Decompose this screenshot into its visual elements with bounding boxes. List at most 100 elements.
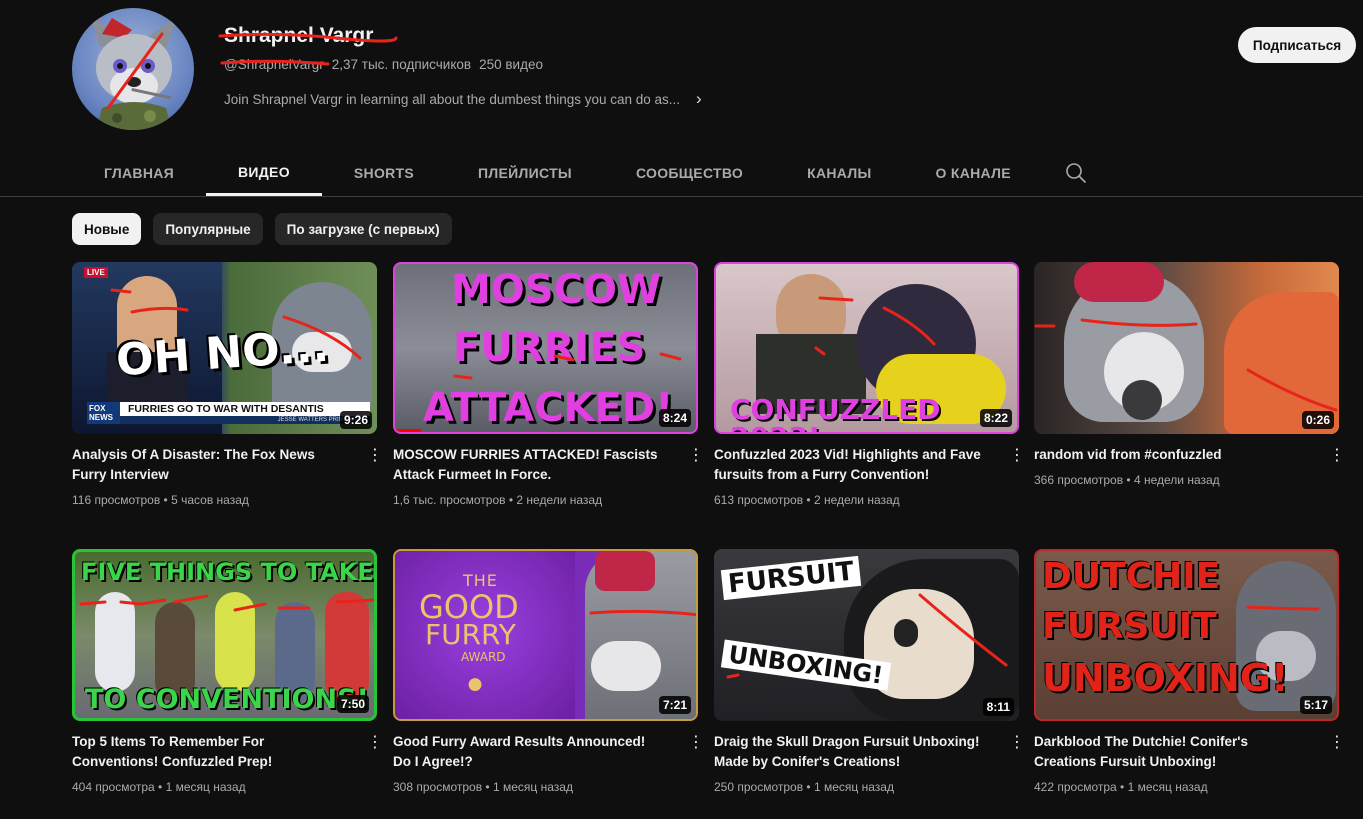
upload-age: 1 месяц назад <box>813 780 894 794</box>
kebab-menu-icon[interactable]: ⋮ <box>688 448 704 464</box>
video-duration: 8:22 <box>979 409 1012 427</box>
video-card[interactable]: CONFUZZLED 2023! 8:22 Confuzzled 2023 Vi… <box>714 262 1025 507</box>
view-count: 116 просмотров <box>72 493 161 507</box>
video-duration: 9:26 <box>339 411 372 429</box>
video-stats: 366 просмотров • 4 недели назад <box>1034 473 1220 487</box>
video-card[interactable]: THE GOOD FURRY AWARD ● 7:21 Good Furry A… <box>393 549 704 794</box>
video-thumbnail[interactable]: FIVE THINGS TO TAKE TO CONVENTIONS! 7:50 <box>72 549 377 721</box>
thumbnail-headline: UNBOXING! <box>1042 656 1289 700</box>
tab-channels[interactable]: КАНАЛЫ <box>775 150 903 196</box>
chip-oldest[interactable]: По загрузке (с первых) <box>274 213 452 245</box>
award-furry: FURRY <box>425 618 516 651</box>
thumbnail-headline: FURSUIT <box>1042 606 1217 647</box>
video-duration: 8:24 <box>658 409 691 427</box>
fox-news-logo: FOX NEWS <box>87 402 121 424</box>
video-thumbnail[interactable]: THE GOOD FURRY AWARD ● 7:21 <box>393 549 698 721</box>
channel-tabs: ГЛАВНАЯ ВИДЕО SHORTS ПЛЕЙЛИСТЫ СООБЩЕСТВ… <box>72 150 1101 196</box>
video-title[interactable]: random vid from #confuzzled <box>1034 445 1306 465</box>
video-stats: 116 просмотров • 5 часов назад <box>72 493 249 507</box>
search-icon[interactable] <box>1051 150 1101 196</box>
video-stats: 1,6 тыс. просмотров • 2 недели назад <box>393 493 603 507</box>
tab-shorts[interactable]: SHORTS <box>322 150 446 196</box>
kebab-menu-icon[interactable]: ⋮ <box>1329 735 1345 751</box>
description-text: Join Shrapnel Vargr in learning all abou… <box>224 91 681 107</box>
upload-age: 1 месяц назад <box>492 780 573 794</box>
video-stats: 250 просмотров • 1 месяц назад <box>714 780 894 794</box>
view-count: 250 просмотров <box>714 780 804 794</box>
video-duration: 0:26 <box>1301 411 1334 429</box>
wolf-avatar-icon <box>90 14 178 130</box>
channel-avatar[interactable] <box>72 8 194 130</box>
video-card[interactable]: DUTCHIE FURSUIT UNBOXING! 5:17 Darkblood… <box>1034 549 1345 794</box>
thumbnail-headline: FURRIES <box>453 325 646 371</box>
video-thumbnail[interactable]: FURSUIT UNBOXING! 8:11 <box>714 549 1019 721</box>
thumbnail-headline: FURSUIT <box>720 555 862 601</box>
video-stats: 404 просмотра • 1 месяц назад <box>72 780 246 794</box>
video-thumbnail[interactable]: MOSCOW FURRIES ATTACKED! 8:24 <box>393 262 698 434</box>
kebab-menu-icon[interactable]: ⋮ <box>367 735 383 751</box>
video-title[interactable]: Good Furry Award Results Announced! Do I… <box>393 732 665 772</box>
video-title[interactable]: Analysis Of A Disaster: The Fox News Fur… <box>72 445 344 485</box>
channel-meta: @ShrapnelVargr 2,37 тыс. подписчиков 250 в… <box>224 57 551 72</box>
sort-chips: Новые Популярные По загрузке (с первых) <box>72 213 452 245</box>
view-count: 422 просмотра <box>1034 780 1117 794</box>
upload-age: 1 месяц назад <box>165 780 246 794</box>
kebab-menu-icon[interactable]: ⋮ <box>1329 448 1345 464</box>
video-card[interactable]: MOSCOW FURRIES ATTACKED! 8:24 MOSCOW FUR… <box>393 262 704 507</box>
subscribe-button[interactable]: Подписаться <box>1238 27 1356 63</box>
video-duration: 7:21 <box>658 696 691 714</box>
video-title[interactable]: Draig the Skull Dragon Fursuit Unboxing!… <box>714 732 986 772</box>
tab-home[interactable]: ГЛАВНАЯ <box>72 150 206 196</box>
chevron-right-icon[interactable]: › <box>696 89 702 109</box>
tab-community[interactable]: СООБЩЕСТВО <box>604 150 775 196</box>
upload-age: 1 месяц назад <box>1127 780 1208 794</box>
video-card[interactable]: FIVE THINGS TO TAKE TO CONVENTIONS! 7:50… <box>72 549 383 794</box>
view-count: 404 просмотра <box>72 780 155 794</box>
tab-videos[interactable]: ВИДЕО <box>206 150 322 196</box>
video-count: 250 видео <box>479 57 543 72</box>
tab-playlists[interactable]: ПЛЕЙЛИСТЫ <box>446 150 604 196</box>
video-card[interactable]: FURSUIT UNBOXING! 8:11 Draig the Skull D… <box>714 549 1025 794</box>
channel-name: Shrapnel Vargr <box>224 24 374 47</box>
kebab-menu-icon[interactable]: ⋮ <box>688 735 704 751</box>
video-duration: 5:17 <box>1299 696 1332 714</box>
video-card[interactable]: 0:26 random vid from #confuzzled ⋮ 366 п… <box>1034 262 1345 487</box>
view-count: 308 просмотров <box>393 780 483 794</box>
channel-description[interactable]: Join Shrapnel Vargr in learning all abou… <box>224 89 702 109</box>
thumbnail-headline: CONFUZZLED 2023! <box>730 393 941 433</box>
kebab-menu-icon[interactable]: ⋮ <box>367 448 383 464</box>
video-duration: 8:11 <box>982 698 1014 716</box>
video-thumbnail[interactable]: OH NO... LIVE FOX NEWS FURRIES GO TO WAR… <box>72 262 377 434</box>
thumbnail-headline: TO CONVENTIONS! <box>85 684 369 715</box>
paw-icon: ● <box>465 667 485 700</box>
video-thumbnail[interactable]: CONFUZZLED 2023! 8:22 <box>714 262 1019 434</box>
upload-age: 2 недели назад <box>516 493 603 507</box>
chip-popular[interactable]: Популярные <box>153 213 263 245</box>
kebab-menu-icon[interactable]: ⋮ <box>1009 448 1025 464</box>
thumbnail-headline: MOSCOW <box>451 267 662 313</box>
video-title[interactable]: Top 5 Items To Remember For Conventions!… <box>72 732 344 772</box>
channel-handle: @ShrapnelVargr <box>224 57 324 72</box>
subscriber-count: 2,37 тыс. подписчиков <box>331 57 472 72</box>
video-title[interactable]: MOSCOW FURRIES ATTACKED! Fascists Attack… <box>393 445 665 485</box>
live-badge: LIVE <box>84 267 108 278</box>
chip-newest[interactable]: Новые <box>72 213 142 245</box>
thumbnail-headline: DUTCHIE <box>1042 556 1221 597</box>
video-title[interactable]: Confuzzled 2023 Vid! Highlights and Fave… <box>714 445 986 485</box>
video-stats: 613 просмотров • 2 недели назад <box>714 493 900 507</box>
video-card[interactable]: OH NO... LIVE FOX NEWS FURRIES GO TO WAR… <box>72 262 383 507</box>
award-the: THE <box>463 571 498 590</box>
upload-age: 2 недели назад <box>813 493 900 507</box>
channel-header: Shrapnel Vargr @ShrapnelVargr 2,37 тыс. п… <box>0 0 1363 150</box>
watch-progress <box>395 429 421 432</box>
tab-about[interactable]: О КАНАЛЕ <box>904 150 1043 196</box>
news-ticker: FURRIES GO TO WAR WITH DESANTIS <box>120 402 370 416</box>
view-count: 1,6 тыс. просмотров <box>393 493 506 507</box>
video-stats: 422 просмотра • 1 месяц назад <box>1034 780 1208 794</box>
kebab-menu-icon[interactable]: ⋮ <box>1009 735 1025 751</box>
video-stats: 308 просмотров • 1 месяц назад <box>393 780 573 794</box>
video-thumbnail[interactable]: 0:26 <box>1034 262 1339 434</box>
view-count: 613 просмотров <box>714 493 804 507</box>
video-title[interactable]: Darkblood The Dutchie! Conifer's Creatio… <box>1034 732 1306 772</box>
video-thumbnail[interactable]: DUTCHIE FURSUIT UNBOXING! 5:17 <box>1034 549 1339 721</box>
